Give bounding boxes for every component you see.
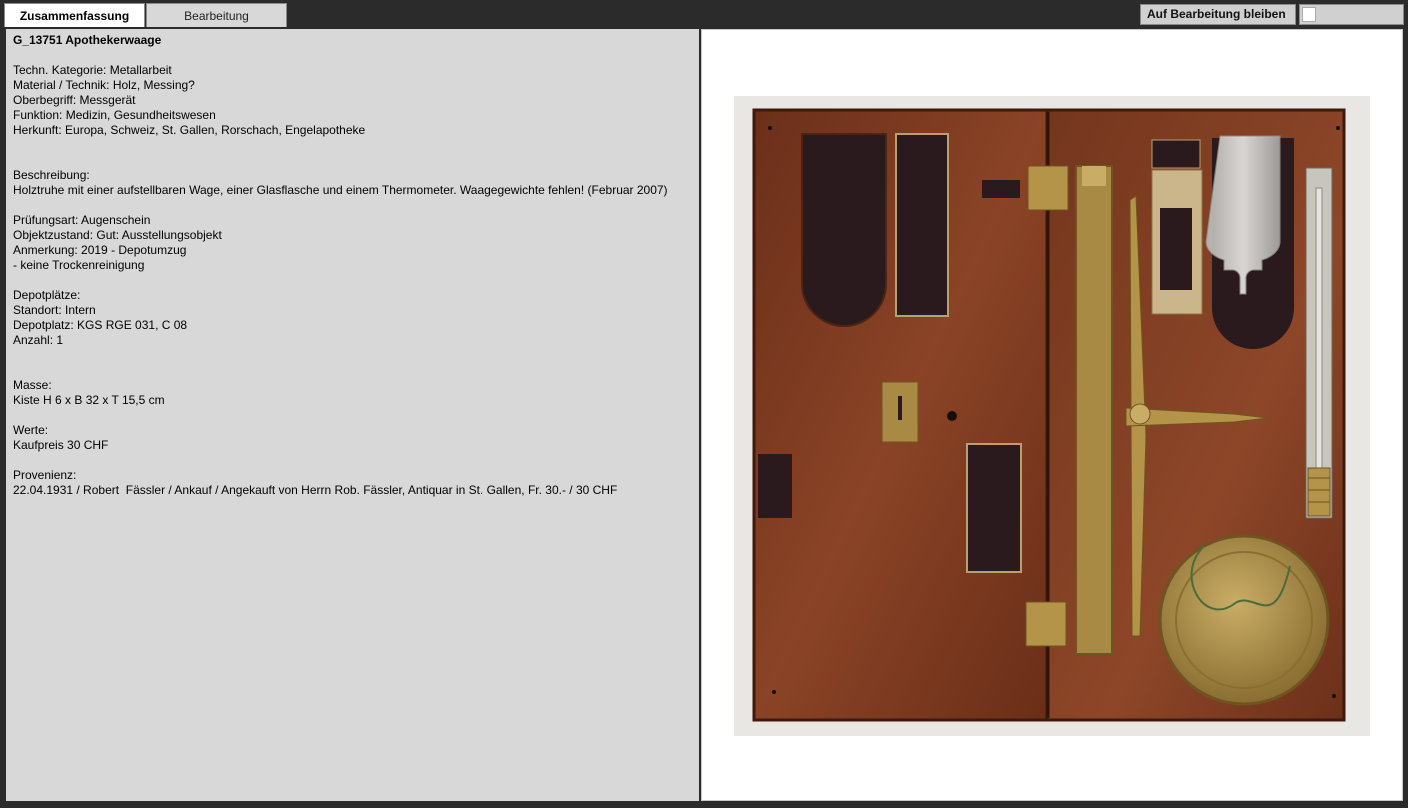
description-text: Holztruhe mit einer aufstellbaren Wage, …	[13, 183, 668, 197]
field-term: Oberbegriff: Messgerät	[13, 93, 136, 107]
measure-label: Masse:	[13, 378, 52, 392]
tab-edit[interactable]: Bearbeitung	[146, 3, 287, 27]
field-category: Techn. Kategorie: Metallarbeit	[13, 63, 172, 77]
field-origin: Herkunft: Europa, Schweiz, St. Gallen, R…	[13, 123, 366, 137]
values-value: Kaufpreis 30 CHF	[13, 438, 109, 452]
field-count: Anzahl: 1	[13, 333, 64, 347]
object-info-panel: G_13751 Apothekerwaage Techn. Kategorie:…	[6, 29, 699, 801]
field-location: Standort: Intern	[13, 303, 96, 317]
measure-value: Kiste H 6 x B 32 x T 15,5 cm	[13, 393, 165, 407]
object-photo[interactable]	[734, 96, 1370, 736]
field-remark: Anmerkung: 2019 - Depotumzug	[13, 243, 187, 257]
field-material: Material / Technik: Holz, Messing?	[13, 78, 195, 92]
provenance-value: 22.04.1931 / Robert Fässler / Ankauf / A…	[13, 483, 618, 497]
apothecary-scale-box-image	[752, 108, 1346, 722]
image-panel	[701, 29, 1403, 801]
field-depot-place: Depotplatz: KGS RGE 031, C 08	[13, 318, 188, 332]
depot-label: Depotplätze:	[13, 288, 81, 302]
top-bar: Zusammenfassung Bearbeitung Auf Bearbeit…	[0, 0, 1408, 28]
field-function: Funktion: Medizin, Gesundheitswesen	[13, 108, 216, 122]
toggle-knob[interactable]	[1302, 7, 1316, 22]
values-label: Werte:	[13, 423, 49, 437]
field-exam-type: Prüfungsart: Augenschein	[13, 213, 151, 227]
stay-on-edit-toggle[interactable]	[1299, 4, 1404, 25]
provenance-label: Provenienz:	[13, 468, 77, 482]
stay-on-edit-button[interactable]: Auf Bearbeitung bleiben	[1140, 4, 1296, 25]
object-title: G_13751 Apothekerwaage	[13, 33, 162, 47]
field-remark-2: - keine Trockenreinigung	[13, 258, 145, 272]
tab-summary[interactable]: Zusammenfassung	[4, 3, 145, 27]
description-label: Beschreibung:	[13, 168, 90, 182]
field-condition: Objektzustand: Gut: Ausstellungsobjekt	[13, 228, 222, 242]
